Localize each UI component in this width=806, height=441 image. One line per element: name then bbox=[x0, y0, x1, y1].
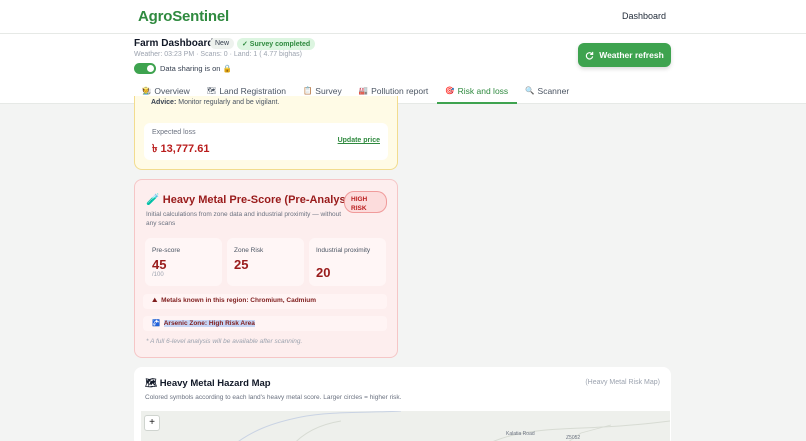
risk-badge-line1: HIGH bbox=[351, 196, 368, 203]
target-icon: 🎯 bbox=[445, 86, 455, 95]
heavy-metal-prescore-card: 🧪 Heavy Metal Pre-Score (Pre-Analysis) H… bbox=[134, 179, 398, 358]
stat-label: Zone Risk bbox=[234, 247, 264, 254]
hazard-map-subtitle: Colored symbols according to each land's… bbox=[145, 394, 402, 401]
farm-meta: Weather: 03:23 PMScans: 0Land: 1 ( 4.77 … bbox=[134, 51, 302, 58]
stat-label: Pre-score bbox=[152, 247, 181, 254]
scan-count: Scans: 0 bbox=[194, 51, 227, 58]
data-sharing-label: Data sharing is on 🔒 bbox=[160, 64, 232, 73]
stat-value: 25 bbox=[234, 257, 249, 272]
tab-label: Risk and loss bbox=[457, 86, 509, 96]
tab-label: Scanner bbox=[537, 86, 570, 96]
refresh-icon bbox=[586, 51, 594, 60]
expected-loss-value: ৳ 13,777.61 bbox=[152, 143, 210, 155]
brand-logo[interactable]: AgroSentinel bbox=[138, 8, 229, 25]
weather-refresh-label: Weather refresh bbox=[599, 50, 664, 60]
stat-industrial-proximity: Industrial proximity 20 bbox=[309, 238, 386, 286]
land-info: Land: 1 ( 4.77 bighas) bbox=[228, 51, 302, 58]
map-road-label: Kalatia Road bbox=[506, 431, 535, 437]
scan-note: * A full 6-level analysis will be availa… bbox=[146, 338, 303, 345]
hazard-map-tag: (Heavy Metal Risk Map) bbox=[585, 379, 660, 386]
weather-time: Weather: 03:23 PM bbox=[134, 51, 195, 58]
weather-refresh-button[interactable]: Weather refresh bbox=[578, 43, 671, 67]
advice-text: Advice: Monitor regularly and be vigilan… bbox=[151, 99, 279, 106]
expected-loss-box: Expected loss ৳ 13,777.61 Update price bbox=[144, 123, 388, 160]
update-price-link[interactable]: Update price bbox=[338, 137, 380, 144]
heavy-metal-subtitle: Initial calculations from zone data and … bbox=[146, 211, 342, 227]
hazard-map-title: 🗺 Heavy Metal Hazard Map bbox=[145, 378, 271, 389]
top-bar: AgroSentinel Dashboard bbox=[0, 0, 806, 34]
arsenic-zone-row: 🚰 Arsenic Zone: High Risk Area bbox=[143, 316, 387, 331]
map-roads bbox=[238, 411, 670, 441]
risk-loss-card: Advice: Monitor regularly and be vigilan… bbox=[134, 96, 398, 170]
farm-header: Farm Dashboard New ✓ Survey completed We… bbox=[0, 34, 806, 104]
page-title: Farm Dashboard bbox=[134, 38, 214, 49]
new-badge: New bbox=[210, 38, 235, 49]
stat-value: 20 bbox=[316, 265, 331, 280]
known-metals-row: ⛰ Metals known in this region: Chromium,… bbox=[143, 294, 387, 309]
expected-loss-label: Expected loss bbox=[152, 129, 196, 136]
zoom-in-button[interactable]: + bbox=[144, 415, 160, 431]
magnifier-icon: 🔍 bbox=[525, 86, 535, 95]
survey-status-badge: ✓ Survey completed bbox=[237, 38, 316, 50]
high-risk-badge: HIGH RISK bbox=[344, 191, 387, 213]
hazard-map[interactable]: + Kalatia Road Z5052 bbox=[141, 411, 670, 441]
hazard-map-card: 🗺 Heavy Metal Hazard Map (Heavy Metal Ri… bbox=[134, 367, 671, 441]
tab-scanner[interactable]: 🔍 Scanner bbox=[517, 82, 578, 104]
map-code-label: Z5052 bbox=[566, 435, 581, 441]
advice-label: Advice: bbox=[151, 99, 177, 106]
heavy-metal-title: 🧪 Heavy Metal Pre-Score (Pre-Analysis) bbox=[146, 194, 359, 206]
data-sharing-toggle[interactable] bbox=[134, 63, 156, 74]
stat-zone-risk: Zone Risk 25 bbox=[227, 238, 304, 286]
known-metals-text: Metals known in this region: Chromium, C… bbox=[161, 297, 317, 304]
stat-label: Industrial proximity bbox=[316, 247, 371, 254]
water-tap-icon: 🚰 bbox=[152, 320, 161, 327]
risk-badge-line2: RISK bbox=[351, 205, 367, 212]
tab-risk-and-loss[interactable]: 🎯 Risk and loss bbox=[437, 82, 518, 104]
advice-body: Monitor regularly and be vigilant. bbox=[178, 99, 280, 106]
nav-dashboard-link[interactable]: Dashboard bbox=[622, 11, 666, 21]
stat-sub: /100 bbox=[152, 272, 164, 278]
stat-pre-score: Pre-score 45 /100 bbox=[145, 238, 222, 286]
mountain-icon: ⛰ bbox=[152, 297, 158, 304]
arsenic-zone-text[interactable]: Arsenic Zone: High Risk Area bbox=[163, 320, 255, 327]
stat-value: 45 bbox=[152, 257, 167, 272]
